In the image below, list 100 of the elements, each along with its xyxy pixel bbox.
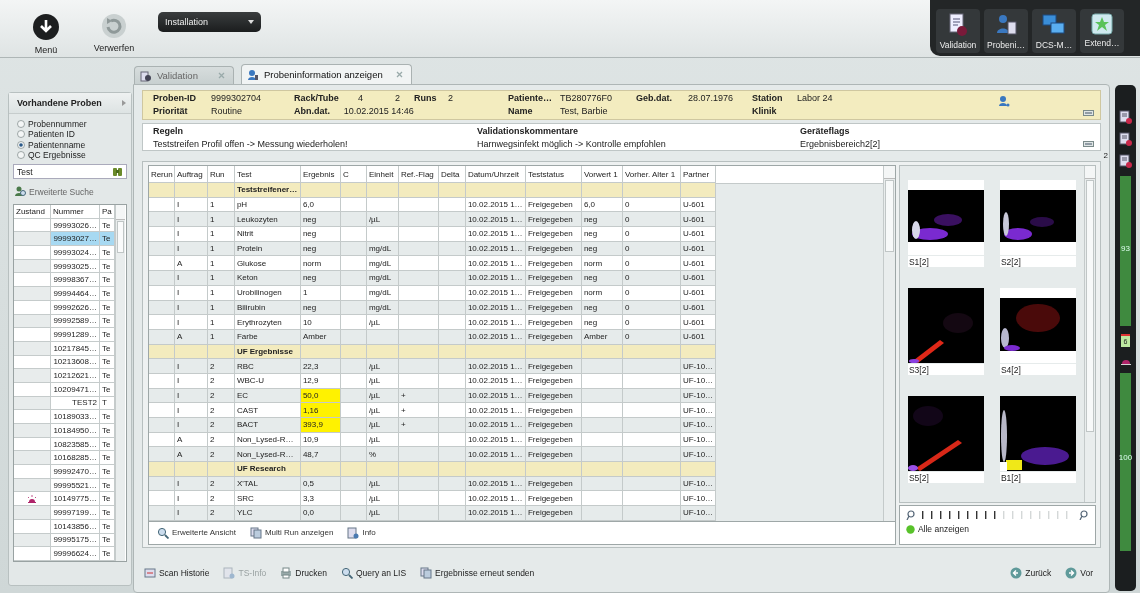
action-button[interactable]: Query an LIS: [341, 567, 407, 579]
radio-button[interactable]: [17, 140, 25, 149]
table-cell[interactable]: Te: [100, 328, 115, 342]
column-header[interactable]: Vorher. Alter 1: [622, 166, 681, 183]
column-header[interactable]: C: [340, 166, 367, 183]
table-cell[interactable]: Te: [100, 369, 115, 383]
search-field[interactable]: Test: [13, 164, 127, 179]
toolbar-button[interactable]: Erweiterte Ansicht: [156, 526, 236, 539]
menu-button[interactable]: Menü: [22, 10, 70, 58]
radio-button[interactable]: [17, 119, 25, 128]
column-header[interactable]: Run: [207, 166, 235, 183]
close-icon[interactable]: [217, 72, 225, 79]
table-cell[interactable]: Te: [100, 273, 115, 288]
document-icon[interactable]: [1118, 154, 1133, 168]
table-cell[interactable]: Te: [100, 451, 115, 466]
table-cell[interactable]: 10212621…: [51, 369, 100, 383]
table-cell: [438, 491, 466, 507]
column-header[interactable]: Rerun: [148, 166, 175, 183]
radio-label[interactable]: Patientenname: [28, 139, 86, 150]
table-cell: mg/dL: [366, 271, 399, 286]
field-label: Klinik: [751, 106, 778, 116]
document-icon[interactable]: [1118, 132, 1133, 146]
field-value: 9999302704: [210, 93, 261, 103]
table-cell[interactable]: Te: [100, 465, 115, 479]
table-cell[interactable]: Te: [100, 424, 115, 438]
table-cell[interactable]: 99998367…: [51, 273, 100, 288]
column-header[interactable]: Auftrag: [174, 166, 208, 183]
radio-label[interactable]: QC Ergebnisse: [28, 150, 86, 161]
table-cell[interactable]: 10149775…: [51, 492, 100, 507]
show-all-link[interactable]: Alle anzeigen: [917, 524, 969, 534]
table-cell: Freigegeben: [525, 447, 582, 463]
column-header[interactable]: Delta: [438, 166, 466, 183]
back-button[interactable]: Zurück: [1010, 567, 1052, 579]
table-cell[interactable]: 10189033…: [51, 410, 100, 424]
scrollbar[interactable]: [882, 166, 895, 521]
column-header[interactable]: Datum/Uhrzeit: [465, 166, 526, 183]
table-cell[interactable]: Te: [100, 246, 115, 260]
person-icon[interactable]: [997, 95, 1010, 107]
table-cell[interactable]: 99997199…: [51, 506, 100, 520]
table-cell[interactable]: 10168285…: [51, 451, 100, 466]
table-cell: U-601: [680, 227, 716, 242]
column-header[interactable]: Partner: [680, 166, 716, 183]
launcher-button[interactable]: Extend…: [1080, 9, 1124, 53]
collapse-icon[interactable]: [1083, 141, 1094, 147]
column-header[interactable]: Ergebnis: [300, 166, 341, 183]
column-header[interactable]: Zustand: [14, 205, 51, 219]
action-button[interactable]: Scan Historie: [143, 567, 210, 579]
collapse-icon[interactable]: [1083, 110, 1094, 116]
radio-button[interactable]: [17, 130, 25, 139]
launcher-button[interactable]: DCS-M…: [1032, 9, 1076, 53]
table-cell: 10.02.2015 1…: [465, 315, 526, 330]
table-cell[interactable]: Te: [100, 506, 115, 520]
table-cell[interactable]: 10184950…: [51, 424, 100, 438]
table-cell: [398, 447, 439, 463]
launcher-button[interactable]: Probeni…: [984, 9, 1028, 53]
toolbar-button[interactable]: Multi Run anzeigen: [249, 526, 334, 539]
field-label: Runs: [413, 93, 438, 103]
search-person-icon[interactable]: [15, 186, 26, 197]
column-header[interactable]: Ref.-Flag: [398, 166, 439, 183]
scrollbar[interactable]: [1084, 166, 1095, 502]
column-header[interactable]: Vorwert 1: [581, 166, 623, 183]
chevron-icon[interactable]: [121, 100, 126, 106]
table-cell: [398, 183, 439, 198]
column-header[interactable]: Nummer: [51, 205, 100, 219]
launcher-button[interactable]: Validation: [936, 9, 980, 53]
table-cell[interactable]: 99993024…: [51, 246, 100, 260]
table-cell: U-601: [680, 256, 716, 272]
forward-button[interactable]: Vor: [1065, 567, 1093, 579]
toolbar-button[interactable]: Info: [347, 526, 376, 539]
table-cell[interactable]: 99991289…: [51, 328, 100, 342]
person-icon: [246, 68, 259, 81]
column-header[interactable]: Einheit: [366, 166, 399, 183]
table-cell[interactable]: Te: [100, 410, 115, 424]
scrollbar[interactable]: [115, 205, 125, 561]
dropdown[interactable]: Installation: [158, 12, 261, 32]
tab[interactable]: Validation: [133, 66, 234, 84]
table-cell[interactable]: 99996624…: [51, 547, 100, 561]
discard-button[interactable]: Verwerfen: [90, 10, 138, 56]
table-cell[interactable]: 99994464…: [51, 287, 100, 301]
table-cell[interactable]: Te: [100, 547, 115, 561]
advanced-search-link[interactable]: Erweiterte Suche: [29, 186, 94, 197]
column-header[interactable]: Teststatus: [525, 166, 582, 183]
tab[interactable]: Probeninformation anzeigen: [240, 64, 412, 84]
action-button[interactable]: Ergebnisse erneut senden: [420, 567, 535, 579]
radio-button[interactable]: [17, 151, 25, 160]
radio-label[interactable]: Probennummer: [28, 118, 87, 129]
radio-label[interactable]: Patienten ID: [28, 129, 75, 140]
scan-icon: [143, 567, 156, 579]
documents-icon: [249, 526, 262, 539]
action-button[interactable]: Drucken: [280, 567, 327, 579]
table-cell: [581, 491, 623, 507]
table-cell[interactable]: 99992470…: [51, 465, 100, 479]
binoculars-icon[interactable]: [111, 166, 123, 177]
table-cell[interactable]: Te: [100, 287, 115, 301]
table-cell[interactable]: Te: [100, 492, 115, 507]
close-icon[interactable]: [395, 71, 403, 78]
table-cell[interactable]: 99993027…: [51, 232, 100, 247]
table-cell[interactable]: Te: [100, 232, 115, 247]
document-icon[interactable]: [1118, 110, 1133, 124]
column-header[interactable]: Test: [234, 166, 301, 183]
